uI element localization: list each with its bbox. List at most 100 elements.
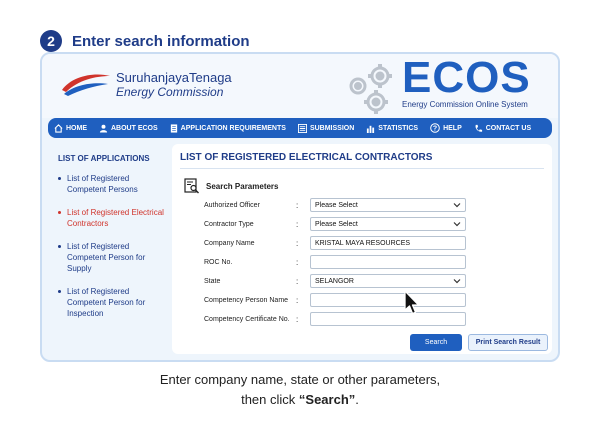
input-value: KRISTAL MAYA RESOURCES <box>315 239 411 247</box>
nav-submission[interactable]: SUBMISSION <box>297 123 355 133</box>
state-select[interactable]: SELANGOR <box>310 274 466 288</box>
nav-about-label: ABOUT ECOS <box>111 124 158 132</box>
nav-contact-label: CONTACT US <box>485 124 532 132</box>
competency-certificate-no-input[interactable] <box>310 312 466 326</box>
ecos-subtitle: Energy Commission Online System <box>402 100 528 109</box>
home-icon <box>54 123 63 133</box>
competency-person-name-input[interactable] <box>310 293 466 307</box>
authorized-officer-select[interactable]: Please Select <box>310 198 466 212</box>
ecos-logo: ECOS Energy Commission Online System <box>402 54 531 109</box>
ecos-wordmark: ECOS <box>402 53 531 102</box>
chevron-down-icon <box>453 279 461 284</box>
company-name-input[interactable]: KRISTAL MAYA RESOURCES <box>310 236 466 250</box>
logo-line1: SuruhanjayaTenaga <box>116 69 232 85</box>
bullet-icon <box>58 211 61 214</box>
field-label: Authorized Officer <box>204 201 260 209</box>
nav-application-label: APPLICATION REQUIREMENTS <box>180 124 286 132</box>
step-title: Enter search information <box>72 32 250 50</box>
field-colon: : <box>296 295 299 305</box>
nav-contact-us[interactable]: CONTACT US <box>474 124 531 133</box>
sidebar: LIST OF APPLICATIONS List of Registered … <box>50 146 168 354</box>
main-nav: HOME ABOUT ECOS APPLICATION REQUIREMENTS… <box>48 118 552 138</box>
field-label: Competency Person Name <box>204 296 289 304</box>
site-header: SuruhanjayaTenaga Energy Commission ECOS… <box>42 54 558 118</box>
search-button[interactable]: Search <box>410 334 462 351</box>
nav-submission-label: SUBMISSION <box>309 124 355 132</box>
nav-statistics[interactable]: STATISTICS <box>366 124 418 133</box>
svg-text:?: ? <box>433 126 437 133</box>
sidebar-item-label: List of Registered Competent Person for … <box>67 242 146 273</box>
field-row-authorized-officer: Authorized Officer : Please Select <box>204 198 466 212</box>
search-panel: LIST OF REGISTERED ELECTRICAL CONTRACTOR… <box>172 144 552 354</box>
field-row-company-name: Company Name : KRISTAL MAYA RESOURCES <box>204 236 466 250</box>
sidebar-item-competent-person-supply[interactable]: List of Registered Competent Person for … <box>58 241 168 274</box>
nav-help[interactable]: ? HELP <box>430 123 462 133</box>
sidebar-item-label: List of Registered Competent Person for … <box>67 287 146 318</box>
caption-line1: Enter company name, state or other param… <box>159 372 441 387</box>
search-parameters-heading: Search Parameters <box>184 178 279 194</box>
nav-home-label: HOME <box>66 124 87 132</box>
chevron-down-icon <box>453 222 461 227</box>
swoosh-logo-icon <box>62 74 110 96</box>
bullet-icon <box>58 290 61 293</box>
caption-prefix: then click <box>241 392 299 407</box>
field-colon: : <box>296 314 299 324</box>
bullet-icon <box>58 177 61 180</box>
panel-divider <box>180 168 544 169</box>
caption-suffix: . <box>355 392 359 407</box>
gears-icon <box>349 64 392 114</box>
sidebar-item-label: List of Registered Electrical Contractor… <box>67 208 164 228</box>
energy-commission-logo[interactable]: SuruhanjayaTenaga Energy Commission <box>58 68 232 100</box>
field-label: State <box>204 277 221 285</box>
select-value: Please Select <box>315 201 358 209</box>
select-value: Please Select <box>315 220 358 228</box>
search-form-icon <box>184 178 199 194</box>
sidebar-item-electrical-contractors[interactable]: List of Registered Electrical Contractor… <box>58 207 168 229</box>
bullet-icon <box>58 245 61 248</box>
field-colon: : <box>296 257 299 267</box>
sidebar-item-label: List of Registered Competent Persons <box>67 174 138 194</box>
nav-help-label: HELP <box>443 124 462 132</box>
caption-search-emphasis: “Search” <box>298 392 356 407</box>
bar-chart-icon <box>367 125 375 133</box>
step-header: 2 Enter search information <box>40 30 250 52</box>
sidebar-item-competent-person-inspection[interactable]: List of Registered Competent Person for … <box>58 286 168 319</box>
nav-application-requirements[interactable]: APPLICATION REQUIREMENTS <box>170 123 286 133</box>
select-value: SELANGOR <box>315 277 354 285</box>
chevron-down-icon <box>453 203 461 208</box>
browser-screenshot-frame: SuruhanjayaTenaga Energy Commission ECOS… <box>40 52 560 362</box>
field-row-competency-person-name: Competency Person Name : <box>204 293 466 307</box>
field-colon: : <box>296 200 299 210</box>
caption-line2: then click “Search”. <box>0 390 600 410</box>
sidebar-title: LIST OF APPLICATIONS <box>58 154 150 163</box>
field-colon: : <box>296 238 299 248</box>
field-row-competency-certificate-no: Competency Certificate No. : <box>204 312 466 326</box>
step-number-badge: 2 <box>40 30 62 52</box>
nav-statistics-label: STATISTICS <box>378 124 419 132</box>
contractor-type-select[interactable]: Please Select <box>310 217 466 231</box>
instruction-caption: Enter company name, state or other param… <box>0 370 600 410</box>
field-row-state: State : SELANGOR <box>204 274 466 288</box>
list-icon <box>297 123 307 133</box>
user-icon <box>99 124 108 133</box>
field-label: Competency Certificate No. <box>204 315 290 323</box>
panel-title: LIST OF REGISTERED ELECTRICAL CONTRACTOR… <box>180 152 433 163</box>
roc-no-input[interactable] <box>310 255 466 269</box>
field-label: Contractor Type <box>204 220 254 228</box>
nav-home[interactable]: HOME <box>54 123 87 133</box>
search-parameters-label: Search Parameters <box>206 181 279 191</box>
field-colon: : <box>296 276 299 286</box>
print-search-result-button[interactable]: Print Search Result <box>468 334 548 351</box>
field-row-roc-no: ROC No. : <box>204 255 466 269</box>
field-colon: : <box>296 219 299 229</box>
field-label: ROC No. <box>204 258 233 266</box>
help-icon: ? <box>430 123 440 133</box>
mouse-pointer-icon <box>404 290 420 315</box>
field-row-contractor-type: Contractor Type : Please Select <box>204 217 466 231</box>
logo-line2: Energy Commission <box>116 84 224 99</box>
nav-about-ecos[interactable]: ABOUT ECOS <box>99 124 158 133</box>
document-icon <box>170 123 177 133</box>
phone-icon <box>475 124 482 132</box>
field-label: Company Name <box>204 239 255 247</box>
sidebar-item-competent-persons[interactable]: List of Registered Competent Persons <box>58 173 168 195</box>
